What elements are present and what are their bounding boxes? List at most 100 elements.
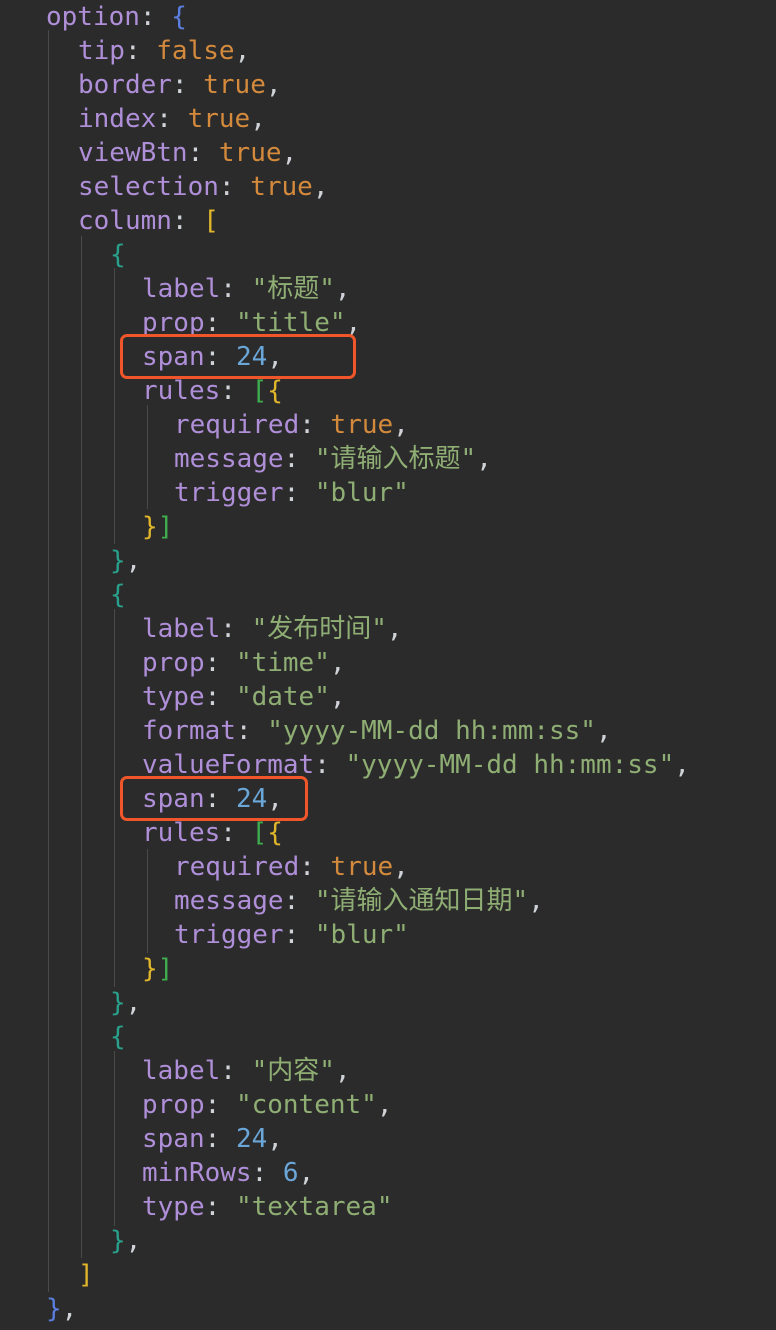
code-token-key: rules	[142, 818, 221, 848]
code-line: },	[110, 986, 776, 1020]
code-token-p: :	[156, 104, 188, 134]
code-token-gold: {	[267, 376, 283, 406]
code-line: rules: [{	[142, 374, 776, 408]
span-highlight-box	[120, 776, 308, 821]
code-token-p: ,	[267, 1124, 283, 1154]
code-token-key: label	[142, 614, 221, 644]
code-line: {	[110, 238, 776, 272]
code-token-p: :	[171, 206, 204, 236]
code-token-key: trigger	[174, 920, 284, 950]
code-line: minRows: 6,	[142, 1156, 776, 1190]
code-line: message: "请输入标题",	[174, 442, 776, 476]
code-line: label: "发布时间",	[142, 612, 776, 646]
code-token-key: selection	[78, 172, 219, 202]
code-token-p: :	[187, 138, 219, 168]
code-token-num: 6	[282, 1158, 299, 1188]
code-token-p: ,	[476, 444, 492, 474]
span-highlight-box	[120, 334, 356, 379]
indent-guide	[147, 849, 148, 953]
code-line: {	[110, 578, 776, 612]
code-token-p: ,	[376, 1090, 393, 1120]
code-line: ]	[78, 1258, 776, 1292]
code-token-green: [	[251, 818, 268, 848]
code-token-p: ,	[329, 682, 346, 712]
code-token-bool: true	[203, 70, 266, 100]
code-token-p: :	[251, 1158, 283, 1188]
code-token-key: tip	[78, 36, 125, 66]
code-token-p: ,	[125, 988, 142, 1018]
code-token-p: ,	[125, 546, 142, 576]
code-token-gold: ]	[78, 1260, 94, 1290]
code-line: label: "标题",	[142, 272, 776, 306]
code-line: type: "textarea"	[142, 1190, 776, 1224]
code-token-key: required	[174, 410, 300, 440]
code-token-p: ,	[281, 138, 298, 168]
code-line: span: 24,	[142, 1122, 776, 1156]
code-token-p: :	[235, 716, 268, 746]
code-token-str: "blur"	[314, 920, 409, 950]
code-line: prop: "content",	[142, 1088, 776, 1122]
code-line: trigger: "blur"	[174, 476, 776, 510]
code-token-p: ,	[234, 36, 251, 66]
code-token-bool: true	[187, 104, 251, 134]
code-token-str: "yyyy-MM-dd hh:mm:ss"	[345, 750, 675, 780]
code-token-key: minRows	[142, 1158, 252, 1188]
code-token-p: :	[283, 920, 315, 950]
code-token-p: :	[220, 1056, 252, 1086]
code-token-str: "内容"	[251, 1056, 335, 1086]
code-token-p: ,	[393, 410, 409, 440]
code-token-p: :	[218, 172, 251, 202]
code-token-bool: false	[156, 36, 235, 66]
code-token-str: "date"	[235, 682, 330, 712]
code-token-p: :	[314, 750, 346, 780]
code-token-p: :	[171, 70, 204, 100]
code-token-str: "textarea"	[235, 1192, 393, 1222]
code-token-teal: {	[110, 1022, 126, 1052]
code-line: border: true,	[78, 68, 776, 102]
code-token-p: ,	[298, 1158, 315, 1188]
code-token-p: :	[204, 682, 236, 712]
code-token-p: :	[139, 2, 172, 32]
code-token-p: ,	[329, 648, 346, 678]
code-token-teal: }	[110, 546, 126, 576]
code-token-p: :	[220, 274, 252, 304]
code-line: message: "请输入通知日期",	[174, 884, 776, 918]
code-token-key: required	[174, 852, 300, 882]
code-token-key: viewBtn	[78, 138, 188, 168]
code-token-blue: {	[171, 2, 187, 32]
code-token-p: ,	[250, 104, 266, 134]
code-token-p: ,	[386, 614, 403, 644]
code-token-p: :	[283, 444, 315, 474]
code-token-p: ,	[595, 716, 612, 746]
code-token-p: ,	[61, 1294, 78, 1324]
code-token-key: type	[142, 682, 205, 712]
code-token-p: :	[299, 852, 331, 882]
code-token-p: :	[124, 36, 157, 66]
code-line: viewBtn: true,	[78, 136, 776, 170]
code-line: tip: false,	[78, 34, 776, 68]
code-token-gold: }	[142, 512, 158, 542]
code-token-key: type	[142, 1192, 205, 1222]
code-token-bool: true	[250, 172, 313, 202]
code-token-p: ,	[393, 852, 409, 882]
code-token-key: message	[174, 444, 284, 474]
code-line: }]	[142, 952, 776, 986]
code-token-str: "请输入通知日期"	[314, 886, 529, 916]
code-token-p: ,	[265, 70, 282, 100]
code-token-teal: {	[110, 240, 126, 270]
code-editor[interactable]: option: {tip: false, border: true, index: …	[0, 0, 776, 1330]
code-token-p: :	[283, 478, 315, 508]
code-token-key: message	[174, 886, 284, 916]
code-token-p: :	[204, 1090, 236, 1120]
code-token-green: ]	[157, 954, 174, 984]
code-token-green: [	[251, 376, 268, 406]
code-token-teal: }	[110, 988, 126, 1018]
code-token-key: span	[142, 1124, 205, 1154]
code-line: label: "内容",	[142, 1054, 776, 1088]
indent-guide	[81, 236, 82, 1258]
code-token-key: prop	[142, 1090, 205, 1120]
code-token-teal: {	[110, 580, 126, 610]
code-token-key: format	[142, 716, 236, 746]
code-line: }]	[142, 510, 776, 544]
code-token-key: trigger	[174, 478, 284, 508]
